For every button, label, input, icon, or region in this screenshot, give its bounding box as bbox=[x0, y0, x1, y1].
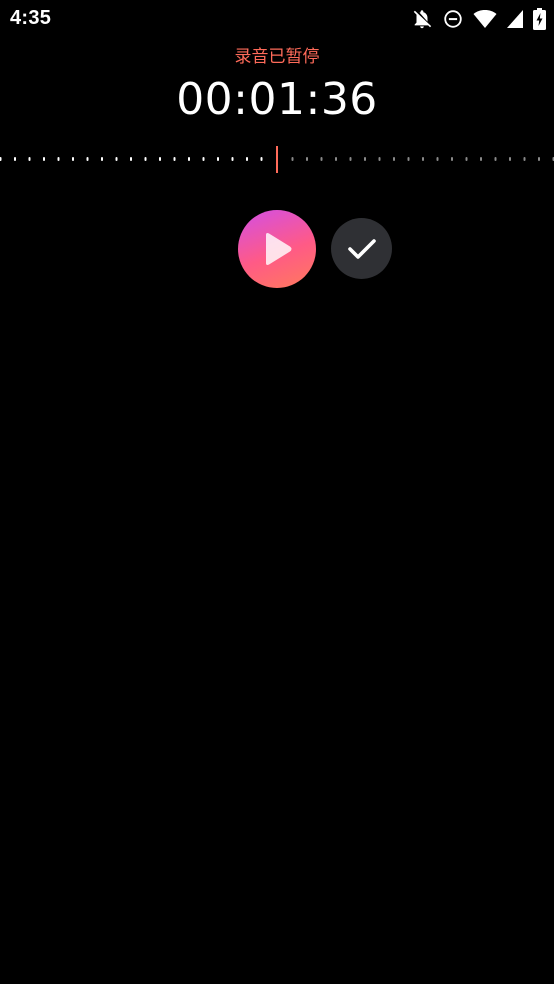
waveform-tick bbox=[407, 157, 410, 161]
waveform-tick bbox=[144, 157, 147, 161]
waveform-tick bbox=[217, 157, 219, 161]
battery-charging-icon bbox=[533, 8, 546, 30]
waveform-tick bbox=[320, 157, 323, 161]
play-button[interactable] bbox=[238, 210, 316, 288]
waveform-tick bbox=[538, 157, 540, 161]
waveform-tick bbox=[523, 157, 526, 161]
recorder-controls bbox=[0, 209, 554, 289]
waveform-tick bbox=[436, 157, 439, 161]
waveform-tick bbox=[246, 157, 248, 161]
waveform-tick bbox=[335, 157, 337, 161]
do-not-disturb-icon bbox=[442, 8, 464, 30]
waveform-tick bbox=[364, 157, 366, 161]
status-time: 4:35 bbox=[10, 7, 52, 29]
waveform-tick bbox=[173, 157, 176, 161]
waveform-tick bbox=[349, 157, 352, 161]
waveform-tick bbox=[291, 157, 294, 161]
status-icons bbox=[411, 7, 546, 31]
waveform-tick bbox=[130, 157, 132, 161]
waveform-tick bbox=[465, 157, 468, 161]
waveform-tick bbox=[115, 157, 118, 161]
waveform-tick bbox=[231, 157, 234, 161]
waveform-tick bbox=[0, 157, 2, 161]
playhead-indicator bbox=[276, 146, 278, 173]
waveform-tick bbox=[306, 157, 308, 161]
waveform-tick bbox=[86, 157, 89, 161]
waveform-tick bbox=[28, 157, 31, 161]
waveform-tick bbox=[14, 157, 16, 161]
waveform-tick bbox=[509, 157, 511, 161]
waveform-tick bbox=[43, 157, 45, 161]
waveform-tick bbox=[101, 157, 103, 161]
waveform-tick bbox=[494, 157, 497, 161]
waveform-tick bbox=[72, 157, 74, 161]
status-bar: 4:35 bbox=[0, 0, 554, 38]
wifi-icon bbox=[473, 9, 497, 29]
waveform-tick bbox=[159, 157, 161, 161]
waveform-tick bbox=[422, 157, 424, 161]
cellular-signal-icon bbox=[506, 9, 524, 29]
elapsed-timer: 00:01:36 bbox=[176, 74, 378, 125]
play-icon bbox=[266, 233, 292, 265]
recording-status-label: 录音已暂停 bbox=[234, 47, 320, 67]
waveform-tick bbox=[451, 157, 453, 161]
waveform-tick bbox=[378, 157, 381, 161]
done-button[interactable] bbox=[331, 218, 392, 279]
waveform-track bbox=[0, 146, 554, 173]
check-icon bbox=[347, 238, 376, 259]
waveform-tick bbox=[188, 157, 190, 161]
notifications-off-icon bbox=[411, 8, 433, 30]
waveform-tick bbox=[260, 157, 263, 161]
waveform-tick bbox=[57, 157, 60, 161]
waveform-tick bbox=[393, 157, 395, 161]
waveform-tick bbox=[480, 157, 482, 161]
waveform-tick bbox=[202, 157, 205, 161]
